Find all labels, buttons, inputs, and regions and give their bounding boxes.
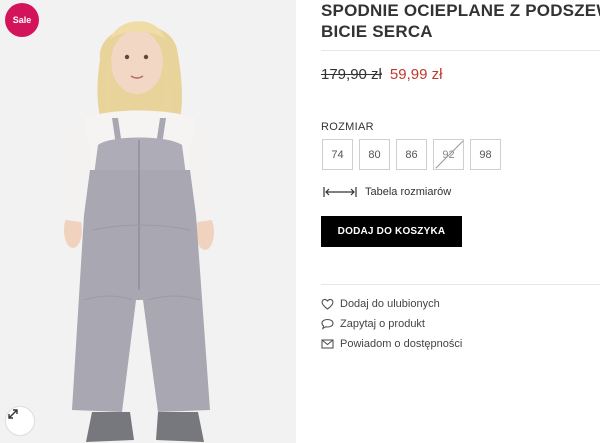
size-option-label: 74 — [331, 148, 344, 161]
size-option-86[interactable]: 86 — [396, 139, 427, 170]
add-to-cart-button[interactable]: DODAJ DO KOSZYKA — [321, 216, 462, 247]
ask-about-product-label: Zapytaj o produkt — [340, 318, 425, 330]
product-image-gallery[interactable]: Sale — [0, 0, 296, 443]
size-table-label: Tabela rozmiarów — [365, 186, 452, 198]
product-photo — [0, 0, 296, 443]
size-option-label: 98 — [479, 148, 492, 161]
size-option-74[interactable]: 74 — [322, 139, 353, 170]
size-option-label: 80 — [368, 148, 381, 161]
size-option-80[interactable]: 80 — [359, 139, 390, 170]
size-label: ROZMIAR — [321, 121, 374, 133]
sale-badge-label: Sale — [12, 15, 32, 25]
size-option-label: 92 — [442, 148, 455, 161]
zoom-button[interactable] — [5, 406, 35, 436]
size-option-92-unavailable[interactable]: 92 — [433, 139, 464, 170]
product-title: SPODNIE OCIEPLANE Z PODSZEWKĄ BICIE SERC… — [321, 0, 600, 42]
price-block: 179,90 zł 59,99 zł — [321, 66, 442, 83]
product-title-line-1: SPODNIE OCIEPLANE Z PODSZEWKĄ — [321, 1, 600, 20]
old-price: 179,90 zł — [321, 66, 382, 83]
add-to-wishlist-link[interactable]: Dodaj do ulubionych — [321, 294, 462, 314]
size-selector: 74 80 86 92 98 — [322, 139, 501, 170]
divider — [321, 284, 600, 285]
product-actions: Dodaj do ulubionych Zapytaj o produkt Po… — [321, 294, 462, 354]
sale-badge: Sale — [5, 3, 39, 37]
expand-icon — [8, 409, 18, 419]
envelope-icon — [321, 339, 334, 349]
speech-bubble-icon — [321, 318, 334, 330]
ask-about-product-link[interactable]: Zapytaj o produkt — [321, 314, 462, 334]
product-info: SPODNIE OCIEPLANE Z PODSZEWKĄ BICIE SERC… — [321, 0, 600, 443]
ruler-icon — [323, 187, 357, 197]
sale-price: 59,99 zł — [389, 66, 443, 83]
add-to-wishlist-label: Dodaj do ulubionych — [340, 298, 440, 310]
size-option-98[interactable]: 98 — [470, 139, 501, 170]
divider — [321, 50, 600, 51]
heart-icon — [321, 298, 334, 310]
notify-availability-label: Powiadom o dostępności — [340, 338, 463, 350]
notify-availability-link[interactable]: Powiadom o dostępności — [321, 334, 462, 354]
size-table-link[interactable]: Tabela rozmiarów — [323, 185, 451, 199]
size-option-label: 86 — [405, 148, 418, 161]
product-title-line-2: BICIE SERCA — [321, 22, 433, 41]
